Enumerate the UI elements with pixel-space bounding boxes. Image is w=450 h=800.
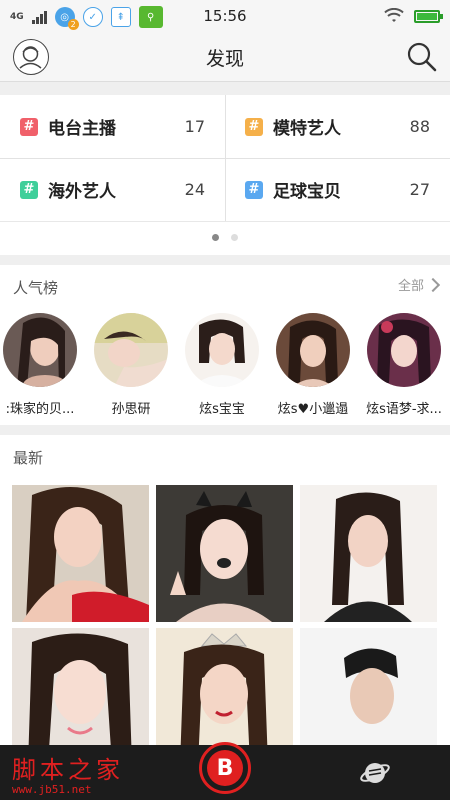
person-name: 孙思研 <box>111 402 151 417</box>
carousel-dot[interactable] <box>231 234 238 241</box>
section-title: 最新 <box>13 449 44 467</box>
popular-person[interactable]: :珠家的贝... <box>0 313 85 417</box>
person-name: 炫s♥小邋遢 <box>277 402 349 417</box>
category-item[interactable]: # 足球宝贝 27 <box>225 158 450 221</box>
carousel-indicator <box>0 234 450 241</box>
person-avatar <box>367 313 441 387</box>
person-avatar <box>3 313 77 387</box>
page-title: 发现 <box>205 48 244 70</box>
latest-section: 最新 <box>0 435 450 765</box>
logo-letter: B <box>207 750 243 786</box>
category-item[interactable]: # 模特艺人 88 <box>225 95 450 158</box>
hash-icon: # <box>20 180 38 199</box>
battery-icon <box>414 9 443 23</box>
category-count: 24 <box>184 180 205 199</box>
category-name: 模特艺人 <box>273 119 341 139</box>
category-item[interactable]: # 电台主播 17 <box>0 95 225 158</box>
bottom-nav: 脚本之家 www.jb51.net B <box>0 742 450 800</box>
category-name: 电台主播 <box>48 119 116 139</box>
status-bar: 4G ◎ 2 ✓ ⇞ ⚲ 15:56 <box>0 0 450 32</box>
person-avatar <box>94 313 168 387</box>
wifi-icon <box>384 8 404 22</box>
chevron-right-icon <box>425 277 441 292</box>
person-name: 炫s语梦-求... <box>366 402 442 417</box>
hash-icon: # <box>245 180 263 199</box>
search-icon[interactable] <box>406 41 438 73</box>
category-count: 88 <box>409 117 430 136</box>
hash-icon: # <box>20 117 38 136</box>
divider <box>0 158 450 159</box>
category-grid: # 电台主播 17 # 模特艺人 88 # 海外艺人 24 # 足球宝贝 27 <box>0 95 450 255</box>
category-name: 足球宝贝 <box>273 182 341 202</box>
popular-person[interactable]: 炫s♥小邋遢 <box>268 313 358 417</box>
section-title: 人气榜 <box>13 279 59 297</box>
person-name: 炫s宝宝 <box>199 402 245 417</box>
watermark-logo: 脚本之家 www.jb51.net <box>12 750 124 796</box>
view-all-link[interactable]: 全部 <box>397 275 441 294</box>
popular-section: 人气榜 全部 :珠家的贝... 孙思研 炫s宝宝 炫s♥小邋遢 炫s语梦-求..… <box>0 265 450 425</box>
person-avatar <box>185 313 259 387</box>
latest-photo[interactable] <box>300 485 437 622</box>
app-header: 发现 <box>0 32 450 82</box>
carousel-dot-active[interactable] <box>212 234 219 241</box>
latest-photo[interactable] <box>156 485 293 622</box>
person-avatar <box>276 313 350 387</box>
person-name: :珠家的贝... <box>5 402 75 417</box>
popular-person[interactable]: 炫s宝宝 <box>177 313 267 417</box>
home-logo-button[interactable]: B <box>199 742 251 794</box>
popular-person[interactable]: 炫s语梦-求... <box>359 313 449 417</box>
latest-photo[interactable] <box>12 485 149 622</box>
planet-icon[interactable] <box>360 758 390 788</box>
view-all-label: 全部 <box>397 279 424 294</box>
category-name: 海外艺人 <box>48 182 116 202</box>
category-count: 17 <box>184 117 205 136</box>
divider <box>0 221 450 222</box>
clock: 15:56 <box>203 7 247 25</box>
category-item[interactable]: # 海外艺人 24 <box>0 158 225 221</box>
hash-icon: # <box>245 117 263 136</box>
watermark-text: 脚本之家 <box>12 756 124 784</box>
popular-person[interactable]: 孙思研 <box>86 313 176 417</box>
category-count: 27 <box>409 180 430 199</box>
